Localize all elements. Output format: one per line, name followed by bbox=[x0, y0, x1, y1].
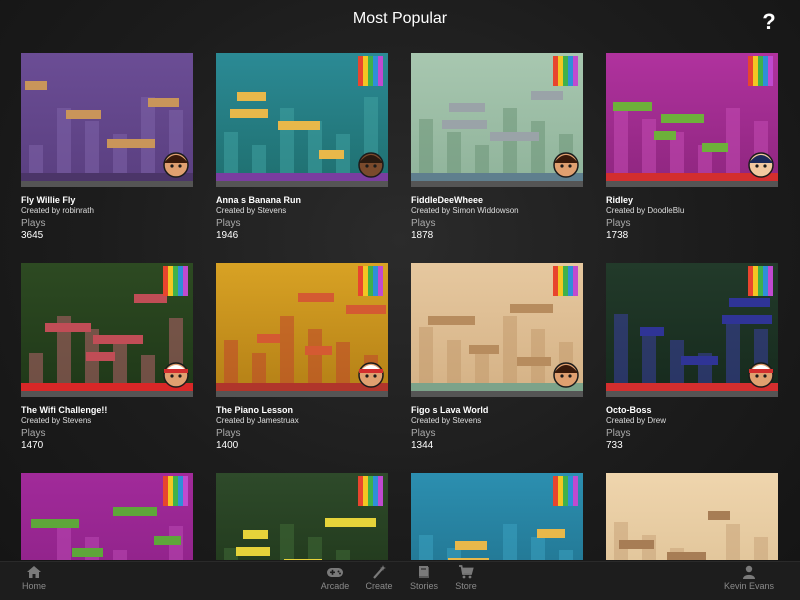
game-card[interactable] bbox=[606, 473, 778, 560]
game-title: Anna s Banana Run bbox=[216, 195, 302, 205]
game-creator: Created by Stevens bbox=[21, 416, 92, 425]
game-thumbnail[interactable] bbox=[216, 263, 388, 397]
game-card[interactable]: Anna s Banana Run Created by Stevens Plays… bbox=[216, 53, 388, 241]
nav-store-label: Store bbox=[455, 581, 477, 591]
plays-count: 1344 bbox=[411, 440, 434, 451]
game-thumbnail[interactable] bbox=[606, 263, 778, 397]
game-creator: Created by Jamestruax bbox=[216, 416, 299, 425]
nav-home[interactable]: Home bbox=[9, 565, 59, 591]
plays-label: Plays bbox=[21, 218, 46, 229]
plays-label: Plays bbox=[606, 428, 631, 439]
book-icon bbox=[419, 566, 429, 578]
game-creator: Created by Drew bbox=[606, 416, 667, 425]
game-card[interactable]: Octo-Boss Created by Drew Plays 733 bbox=[606, 263, 778, 451]
nav-create-label: Create bbox=[365, 581, 393, 591]
plays-label: Plays bbox=[21, 428, 46, 439]
plays-count: 733 bbox=[606, 440, 623, 451]
cart-icon bbox=[459, 565, 474, 579]
game-grid: Fly Willie Fly Created by robinrath Plays 3… bbox=[0, 0, 800, 560]
game-thumbnail[interactable] bbox=[411, 263, 583, 397]
plays-label: Plays bbox=[216, 428, 241, 439]
game-card[interactable]: Figo s Lava World Created by Stevens Plays… bbox=[411, 263, 583, 451]
game-title: The Wifi Challenge!! bbox=[21, 405, 108, 415]
nav-create[interactable]: Create bbox=[354, 565, 404, 591]
nav-store[interactable]: Store bbox=[441, 565, 491, 591]
plays-count: 1946 bbox=[216, 230, 239, 241]
game-thumbnail[interactable] bbox=[216, 53, 388, 187]
game-title: The Piano Lesson bbox=[216, 405, 294, 415]
nav-account[interactable]: Kevin Evans bbox=[718, 565, 780, 591]
game-title: FiddleDeeWheee bbox=[411, 195, 484, 205]
game-creator: Created by DoodleBlu bbox=[606, 206, 685, 215]
plays-label: Plays bbox=[411, 218, 436, 229]
nav-account-label: Kevin Evans bbox=[723, 581, 775, 591]
game-thumbnail[interactable] bbox=[216, 473, 388, 560]
plays-count: 1470 bbox=[21, 440, 44, 451]
game-creator: Created by Stevens bbox=[411, 416, 482, 425]
game-card[interactable]: Ridley Created by DoodleBlu Plays 1738 bbox=[606, 53, 778, 241]
plays-count: 1738 bbox=[606, 230, 629, 241]
game-card[interactable]: FiddleDeeWheee Created by Simon Widdowson… bbox=[411, 53, 583, 241]
nav-home-label: Home bbox=[21, 581, 46, 591]
home-icon bbox=[27, 566, 41, 578]
game-card[interactable]: Fly Willie Fly Created by robinrath Plays 3… bbox=[21, 53, 193, 241]
game-title: Fly Willie Fly bbox=[21, 195, 76, 205]
game-thumbnail[interactable] bbox=[606, 473, 778, 560]
game-card[interactable] bbox=[216, 473, 388, 560]
nav-arcade[interactable]: Arcade bbox=[310, 565, 360, 591]
game-creator: Created by robinrath bbox=[21, 206, 94, 215]
game-thumbnail[interactable] bbox=[606, 53, 778, 187]
gamepad-icon bbox=[327, 568, 343, 577]
game-creator: Created by Stevens bbox=[216, 206, 287, 215]
game-thumbnail[interactable] bbox=[411, 473, 583, 560]
game-title: Octo-Boss bbox=[606, 405, 652, 415]
bottom-nav-bar: Home Arcade Create Stories Store Kevin E… bbox=[0, 561, 800, 600]
game-thumbnail[interactable] bbox=[21, 53, 193, 187]
game-thumbnail[interactable] bbox=[411, 53, 583, 187]
plays-count: 1400 bbox=[216, 440, 239, 451]
game-card[interactable] bbox=[21, 473, 193, 560]
plays-count: 3645 bbox=[21, 230, 44, 241]
game-card[interactable]: The Wifi Challenge!! Created by Stevens Pl… bbox=[21, 263, 193, 451]
game-thumbnail[interactable] bbox=[21, 263, 193, 397]
game-thumbnail[interactable] bbox=[21, 473, 193, 560]
magic-wand-icon bbox=[373, 565, 386, 579]
game-card[interactable]: The Piano Lesson Created by Jamestruax Pla… bbox=[216, 263, 388, 451]
plays-count: 1878 bbox=[411, 230, 434, 241]
plays-label: Plays bbox=[216, 218, 241, 229]
game-title: Figo s Lava World bbox=[411, 405, 489, 415]
game-card[interactable] bbox=[411, 473, 583, 560]
game-title: Ridley bbox=[606, 195, 634, 205]
nav-arcade-label: Arcade bbox=[320, 581, 350, 591]
plays-label: Plays bbox=[411, 428, 436, 439]
game-creator: Created by Simon Widdowson bbox=[411, 206, 519, 215]
user-icon bbox=[743, 565, 755, 579]
plays-label: Plays bbox=[606, 218, 631, 229]
